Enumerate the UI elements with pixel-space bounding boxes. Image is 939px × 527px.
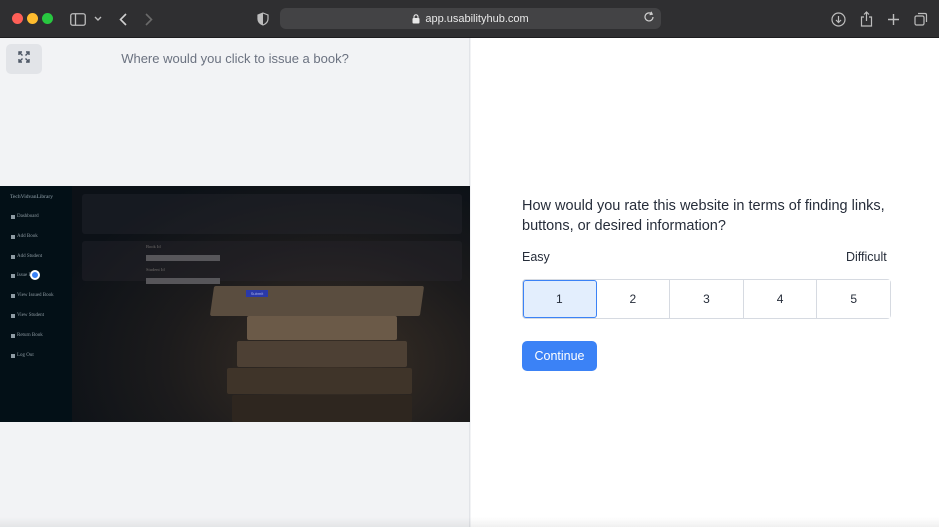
bottom-shadow [0, 517, 939, 527]
minimize-window-button[interactable] [27, 13, 38, 24]
rating-option-2[interactable]: 2 [596, 280, 671, 318]
share-icon[interactable] [856, 9, 876, 29]
task-question: Where would you click to issue a book? [121, 51, 349, 66]
screenshot-item-log-out: Log Out [11, 353, 34, 358]
continue-button[interactable]: Continue [522, 341, 597, 371]
zoom-window-button[interactable] [42, 13, 53, 24]
close-window-button[interactable] [12, 13, 23, 24]
rating-option-3[interactable]: 3 [670, 280, 744, 318]
tab-overview-icon[interactable] [911, 9, 931, 29]
click-test-pane: Where would you click to issue a book? T… [0, 38, 470, 527]
screenshot-brand: TechVidvanLibrary [10, 194, 53, 200]
screenshot-item-return-book: Return Book [11, 333, 43, 338]
screenshot-item-view-issued-book: View Issued Book [11, 293, 54, 298]
sidebar-toggle-icon[interactable] [68, 9, 88, 29]
rating-option-1[interactable]: 1 [523, 280, 597, 318]
screenshot-input-book-id [146, 255, 220, 261]
screenshot-label-student-id: Student Id [146, 267, 165, 272]
chevron-down-icon[interactable] [88, 9, 108, 29]
new-tab-icon[interactable] [883, 9, 903, 29]
rating-option-5[interactable]: 5 [817, 280, 890, 318]
question-pane: How would you rate this website in terms… [471, 38, 939, 527]
address-bar[interactable]: app.usabilityhub.com [280, 8, 661, 29]
screenshot-label-book-id: Book Id [146, 244, 161, 249]
rating-option-4[interactable]: 4 [743, 280, 818, 318]
url-text: app.usabilityhub.com [425, 12, 529, 25]
rating-scale: 1 2 3 4 5 [522, 279, 891, 319]
scale-low-label: Easy [522, 250, 550, 264]
screenshot-submit-button: Submit [246, 290, 268, 297]
rating-question: How would you rate this website in terms… [522, 198, 885, 234]
screenshot-item-add-book: Add Book [11, 234, 38, 239]
download-icon[interactable] [828, 9, 848, 29]
screenshot-input-student-id [146, 278, 220, 284]
screenshot-item-add-student: Add Student [11, 254, 42, 259]
screenshot-sidebar: TechVidvanLibrary Dashboard Add Book Add… [0, 186, 72, 422]
back-icon[interactable] [113, 9, 133, 29]
click-marker [30, 270, 40, 280]
lock-icon [412, 13, 420, 24]
privacy-shield-icon[interactable] [253, 9, 273, 29]
forward-icon[interactable] [139, 9, 159, 29]
browser-toolbar: app.usabilityhub.com [0, 0, 939, 38]
screenshot-item-view-student: View Student [11, 313, 44, 318]
website-screenshot[interactable]: TechVidvanLibrary Dashboard Add Book Add… [0, 186, 470, 422]
screenshot-hero-image: Book Id Student Id Submit [72, 186, 470, 422]
reload-icon[interactable] [643, 11, 655, 26]
screenshot-item-dashboard: Dashboard [11, 214, 39, 219]
scale-high-label: Difficult [846, 250, 887, 264]
